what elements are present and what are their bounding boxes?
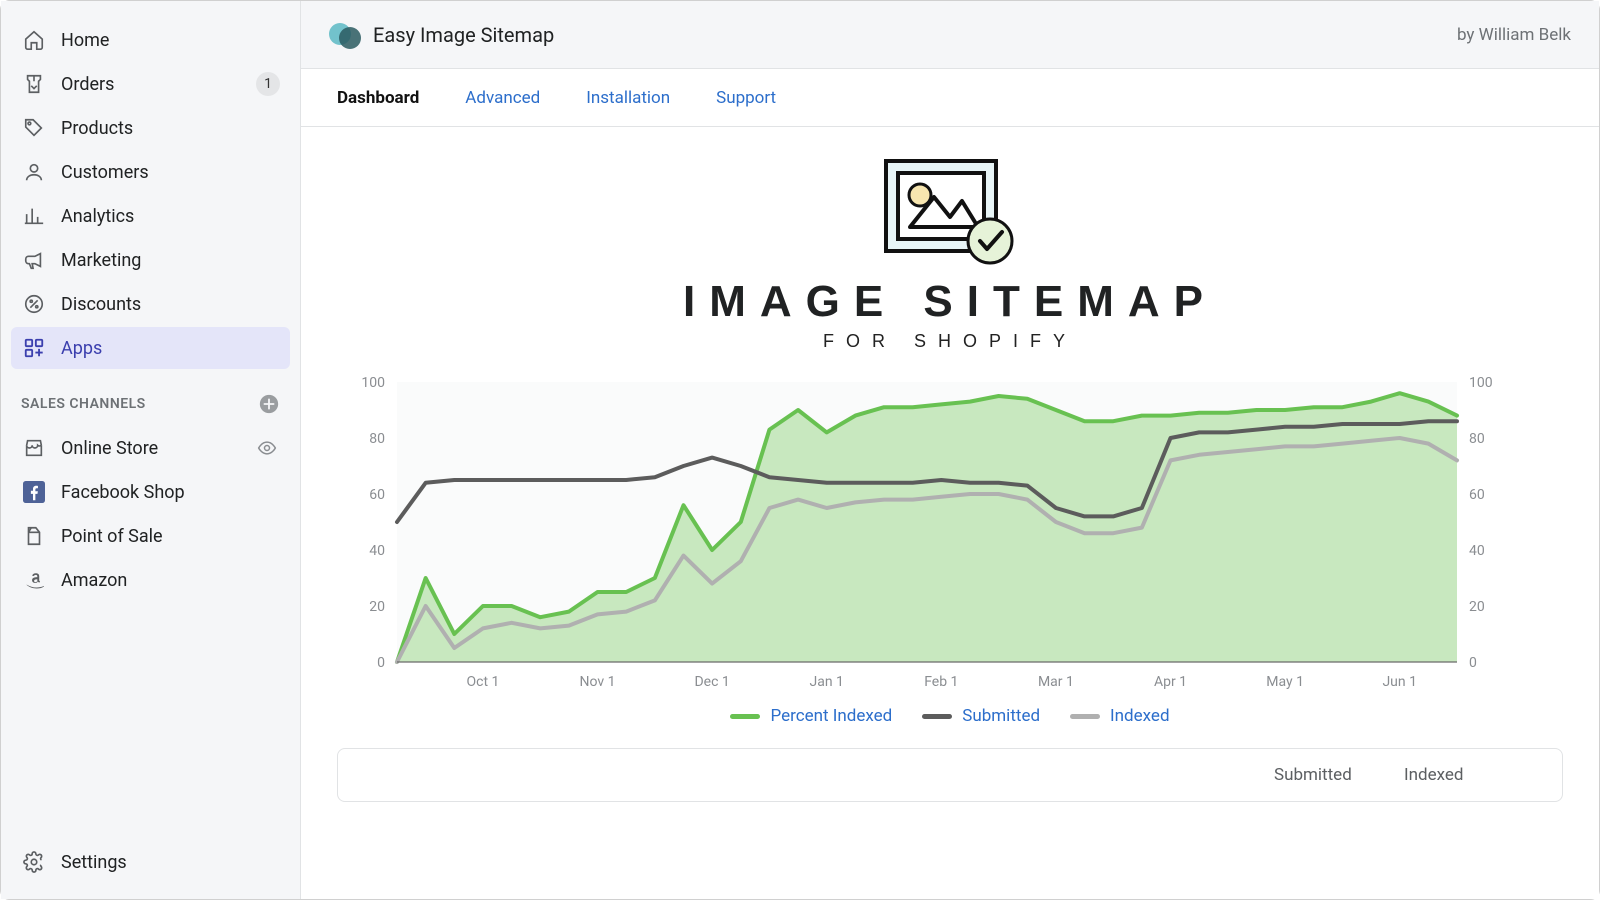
- channel-item-amazon[interactable]: Amazon: [11, 559, 290, 601]
- svg-text:May 1: May 1: [1266, 674, 1304, 690]
- legend-indexed[interactable]: Indexed: [1070, 706, 1169, 726]
- sidebar-item-marketing[interactable]: Marketing: [11, 239, 290, 281]
- sidebar-item-analytics[interactable]: Analytics: [11, 195, 290, 237]
- svg-text:Mar 1: Mar 1: [1038, 674, 1074, 690]
- sidebar-item-label: Analytics: [61, 206, 134, 227]
- svg-text:100: 100: [1469, 375, 1493, 391]
- sidebar-item-label: Home: [61, 30, 109, 51]
- byline: by William Belk: [1457, 25, 1571, 45]
- sidebar-item-label: Customers: [61, 162, 149, 183]
- svg-text:Apr 1: Apr 1: [1154, 674, 1187, 690]
- sidebar-item-label: Discounts: [61, 294, 141, 315]
- products-icon: [21, 115, 47, 141]
- gear-icon: [21, 849, 47, 875]
- analytics-icon: [21, 203, 47, 229]
- app-logo-icon: [329, 19, 361, 51]
- svg-text:40: 40: [1469, 543, 1485, 559]
- svg-text:60: 60: [369, 487, 385, 503]
- svg-text:Feb 1: Feb 1: [924, 674, 958, 690]
- channel-item-point-of-sale[interactable]: Point of Sale: [11, 515, 290, 557]
- svg-text:100: 100: [361, 375, 385, 391]
- summary-card: Submitted Indexed: [337, 748, 1563, 802]
- svg-text:Jan 1: Jan 1: [810, 674, 844, 690]
- legend-submitted[interactable]: Submitted: [922, 706, 1040, 726]
- home-icon: [21, 27, 47, 53]
- tab-installation[interactable]: Installation: [586, 88, 670, 108]
- svg-text:Dec 1: Dec 1: [694, 674, 729, 690]
- sidebar-item-orders[interactable]: Orders 1: [11, 63, 290, 105]
- svg-text:Nov 1: Nov 1: [580, 674, 616, 690]
- eye-icon[interactable]: [254, 435, 280, 461]
- tabs: Dashboard Advanced Installation Support: [301, 69, 1599, 127]
- channel-item-label: Amazon: [61, 570, 127, 591]
- svg-text:40: 40: [369, 543, 385, 559]
- col-submitted: Submitted: [1274, 765, 1404, 785]
- tab-dashboard[interactable]: Dashboard: [337, 88, 419, 108]
- legend-percent-indexed[interactable]: Percent Indexed: [730, 706, 892, 726]
- amazon-icon: [21, 567, 47, 593]
- apps-icon: [21, 335, 47, 361]
- nav-badge: 1: [256, 72, 280, 96]
- col-indexed: Indexed: [1404, 765, 1534, 785]
- svg-text:80: 80: [1469, 431, 1485, 447]
- svg-text:Oct 1: Oct 1: [467, 674, 500, 690]
- sidebar-item-label: Marketing: [61, 250, 141, 271]
- tab-advanced[interactable]: Advanced: [465, 88, 540, 108]
- marketing-icon: [21, 247, 47, 273]
- svg-text:0: 0: [1469, 655, 1477, 671]
- discounts-icon: [21, 291, 47, 317]
- channel-item-label: Online Store: [61, 438, 158, 459]
- svg-text:60: 60: [1469, 487, 1485, 503]
- hero-title: IMAGE SITEMAP: [683, 277, 1217, 327]
- add-channel-icon[interactable]: [258, 393, 280, 415]
- channel-item-label: Facebook Shop: [61, 482, 185, 503]
- sitemap-chart: 0 20 40 60 80 100 0 20 40 60 80 100 Oct 1 Nov 1 Dec 1 J…: [337, 372, 1517, 692]
- customers-icon: [21, 159, 47, 185]
- sales-channels-heading: SALES CHANNELS: [21, 396, 146, 412]
- hero-subtitle: FOR SHOPIFY: [823, 331, 1077, 352]
- tab-support[interactable]: Support: [716, 88, 776, 108]
- sidebar-item-apps[interactable]: Apps: [11, 327, 290, 369]
- facebook-icon: [21, 479, 47, 505]
- image-sitemap-logo-icon: [880, 155, 1020, 265]
- sidebar-item-label: Apps: [61, 338, 102, 359]
- sidebar-item-label: Orders: [61, 74, 114, 95]
- channel-item-label: Point of Sale: [61, 526, 163, 547]
- orders-icon: [21, 71, 47, 97]
- sidebar-item-discounts[interactable]: Discounts: [11, 283, 290, 325]
- sidebar: Home Orders 1 Products Customers Analytics Mar…: [1, 1, 301, 899]
- channel-item-online-store[interactable]: Online Store: [11, 427, 290, 469]
- svg-text:20: 20: [1469, 599, 1485, 615]
- svg-text:0: 0: [377, 655, 385, 671]
- channel-item-facebook-shop[interactable]: Facebook Shop: [11, 471, 290, 513]
- sidebar-item-customers[interactable]: Customers: [11, 151, 290, 193]
- svg-text:Jun 1: Jun 1: [1382, 674, 1417, 690]
- pos-icon: [21, 523, 47, 549]
- svg-text:20: 20: [369, 599, 385, 615]
- store-icon: [21, 435, 47, 461]
- app-title: Easy Image Sitemap: [373, 23, 554, 47]
- sidebar-item-settings[interactable]: Settings: [11, 841, 290, 883]
- svg-text:80: 80: [369, 431, 385, 447]
- sidebar-item-products[interactable]: Products: [11, 107, 290, 149]
- sidebar-item-home[interactable]: Home: [11, 19, 290, 61]
- settings-label: Settings: [61, 852, 127, 873]
- main: Easy Image Sitemap by William Belk Dashb…: [301, 1, 1599, 899]
- sidebar-item-label: Products: [61, 118, 133, 139]
- topbar: Easy Image Sitemap by William Belk: [301, 1, 1599, 69]
